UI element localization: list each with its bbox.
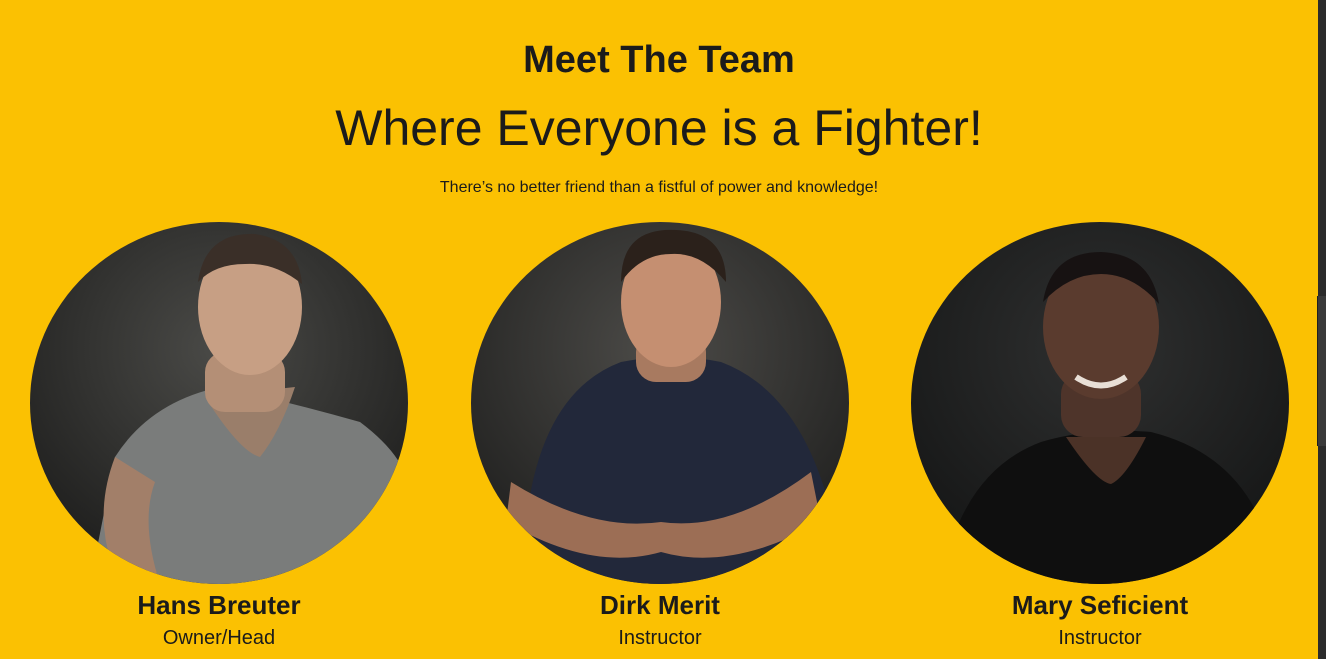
member-role: Instructor (618, 627, 702, 649)
portrait-image (911, 222, 1289, 584)
portrait-image (471, 222, 849, 584)
member-name: Mary Seficient (1011, 590, 1189, 620)
member-role: Instructor (1058, 627, 1142, 649)
member-role: Owner/Head (162, 627, 276, 649)
team-member-card: Mary Seficient Instructor (910, 222, 1290, 650)
team-member-card: Hans Breuter Owner/Head (29, 222, 409, 650)
section-headline: Where Everyone is a Fighter! (335, 100, 983, 156)
portrait-image (30, 222, 408, 584)
scrollbar-thumb[interactable] (1317, 296, 1326, 446)
team-member-card: Dirk Merit Instructor (470, 222, 850, 650)
portrait-photo (30, 222, 408, 584)
vertical-scrollbar[interactable] (1317, 0, 1326, 659)
member-name: Dirk Merit (600, 590, 720, 620)
portrait-photo (471, 222, 849, 584)
section-tagline: There’s no better friend than a fistful … (439, 179, 879, 196)
section-title: Meet The Team (523, 39, 795, 81)
member-name: Hans Breuter (137, 590, 301, 620)
team-section: Meet The Team Where Everyone is a Fighte… (0, 0, 1318, 659)
team-page: Meet The Team Where Everyone is a Fighte… (0, 0, 1326, 659)
portrait-photo (911, 222, 1289, 584)
